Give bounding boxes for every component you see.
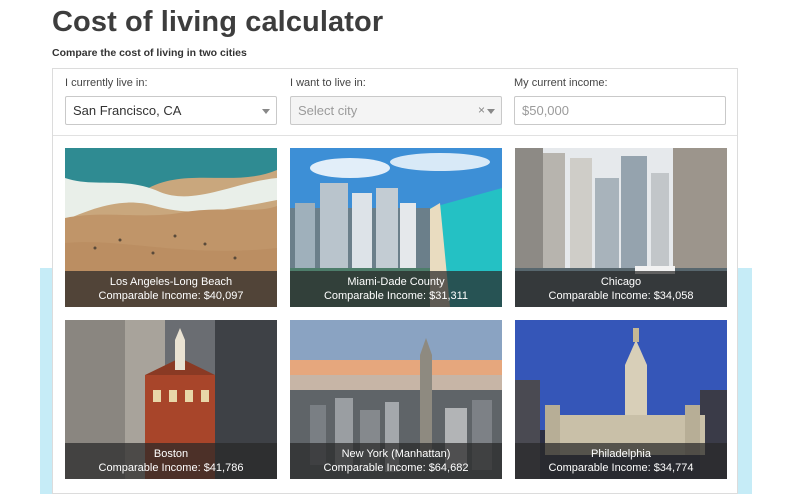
comparable-income: Comparable Income: $40,097: [98, 290, 244, 302]
city-card-philadelphia[interactable]: Philadelphia Comparable Income: $34,774: [515, 320, 727, 479]
calculator-panel: I currently live in: San Francisco, CA I…: [52, 68, 738, 494]
city-card-caption: Chicago Comparable Income: $34,058: [515, 271, 727, 307]
city-card-boston[interactable]: Boston Comparable Income: $41,786: [65, 320, 277, 479]
page-title: Cost of living calculator: [52, 6, 384, 38]
city-name: Chicago: [600, 276, 642, 288]
income-label: My current income:: [514, 77, 608, 89]
comparable-income: Comparable Income: $31,311: [323, 290, 469, 302]
comparable-income: Comparable Income: $34,058: [548, 290, 694, 302]
close-icon[interactable]: ×: [478, 103, 485, 117]
chevron-down-icon: [487, 109, 495, 114]
comparable-income: Comparable Income: $41,786: [98, 462, 244, 474]
current-city-select[interactable]: San Francisco, CA: [65, 96, 277, 125]
city-card-los-angeles[interactable]: Los Angeles-Long Beach Comparable Income…: [65, 148, 277, 307]
city-name: Los Angeles-Long Beach: [109, 276, 233, 288]
comparable-income: Comparable Income: $64,682: [323, 462, 469, 474]
current-city-value: San Francisco, CA: [73, 103, 182, 118]
current-city-label: I currently live in:: [65, 77, 148, 89]
target-city-select[interactable]: Select city ×: [290, 96, 502, 125]
city-card-caption: Los Angeles-Long Beach Comparable Income…: [65, 271, 277, 307]
city-card-caption: Miami-Dade County Comparable Income: $31…: [290, 271, 502, 307]
panel-divider: [53, 135, 737, 136]
city-card-chicago[interactable]: Chicago Comparable Income: $34,058: [515, 148, 727, 307]
comparable-income: Comparable Income: $34,774: [548, 462, 694, 474]
city-card-caption: Boston Comparable Income: $41,786: [65, 443, 277, 479]
city-card-miami[interactable]: Miami-Dade County Comparable Income: $31…: [290, 148, 502, 307]
target-city-label: I want to live in:: [290, 77, 366, 89]
city-name: Boston: [153, 448, 189, 460]
city-name: Philadelphia: [591, 448, 651, 460]
page-subtitle: Compare the cost of living in two cities: [52, 47, 247, 59]
income-input[interactable]: $50,000: [514, 96, 726, 125]
city-card-new-york[interactable]: New York (Manhattan) Comparable Income: …: [290, 320, 502, 479]
chevron-down-icon: [262, 109, 270, 114]
city-name: Miami-Dade County: [347, 276, 445, 288]
city-card-caption: Philadelphia Comparable Income: $34,774: [515, 443, 727, 479]
target-city-placeholder: Select city: [298, 103, 358, 118]
income-placeholder: $50,000: [522, 103, 569, 118]
city-card-caption: New York (Manhattan) Comparable Income: …: [290, 443, 502, 479]
city-name: New York (Manhattan): [341, 448, 451, 460]
